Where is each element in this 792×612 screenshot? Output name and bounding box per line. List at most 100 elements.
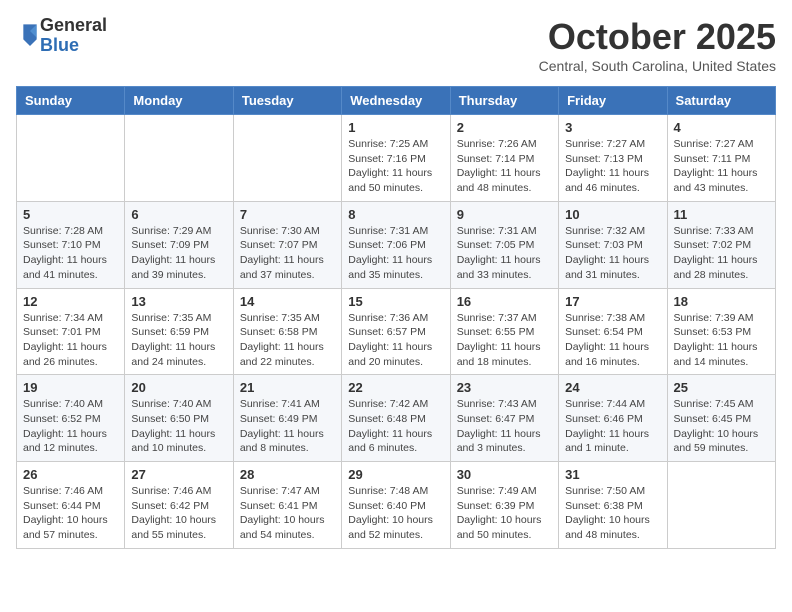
day-info: Sunrise: 7:43 AM Sunset: 6:47 PM Dayligh… <box>457 397 552 456</box>
day-number: 15 <box>348 294 443 309</box>
day-info: Sunrise: 7:41 AM Sunset: 6:49 PM Dayligh… <box>240 397 335 456</box>
day-info: Sunrise: 7:35 AM Sunset: 6:58 PM Dayligh… <box>240 311 335 370</box>
calendar-cell: 15Sunrise: 7:36 AM Sunset: 6:57 PM Dayli… <box>342 288 450 375</box>
calendar-cell: 20 Sunrise: 7:40 AM Sunset: 6:50 PM Dayli… <box>125 375 233 462</box>
logo-general: General <box>40 16 107 36</box>
day-info: Sunrise: 7:39 AM Sunset: 6:53 PM Dayligh… <box>674 311 769 370</box>
calendar-cell: 9 Sunrise: 7:31 AM Sunset: 7:05 PM Daylig… <box>450 201 558 288</box>
day-info: Sunrise: 7:40 AM Sunset: 6:50 PM Dayligh… <box>131 397 226 456</box>
calendar-week-2: 5 Sunrise: 7:28 AM Sunset: 7:10 PM Daylig… <box>17 201 776 288</box>
calendar-cell <box>125 115 233 202</box>
calendar-cell: 11Sunrise: 7:33 AM Sunset: 7:02 PM Dayli… <box>667 201 775 288</box>
day-number: 9 <box>457 207 552 222</box>
day-number: 30 <box>457 467 552 482</box>
calendar-cell: 6Sunrise: 7:29 AM Sunset: 7:09 PM Daylig… <box>125 201 233 288</box>
weekday-header-wednesday: Wednesday <box>342 87 450 115</box>
calendar-cell <box>17 115 125 202</box>
calendar-cell: 2 Sunrise: 7:26 AM Sunset: 7:14 PM Daylig… <box>450 115 558 202</box>
calendar-cell: 8 Sunrise: 7:31 AM Sunset: 7:06 PM Daylig… <box>342 201 450 288</box>
day-number: 19 <box>23 380 118 395</box>
day-number: 24 <box>565 380 660 395</box>
day-number: 29 <box>348 467 443 482</box>
day-info: Sunrise: 7:44 AM Sunset: 6:46 PM Dayligh… <box>565 397 660 456</box>
calendar-cell: 22 Sunrise: 7:42 AM Sunset: 6:48 PM Dayli… <box>342 375 450 462</box>
day-info: Sunrise: 7:31 AM Sunset: 7:06 PM Dayligh… <box>348 224 443 283</box>
day-info: Sunrise: 7:31 AM Sunset: 7:05 PM Dayligh… <box>457 224 552 283</box>
weekday-header-friday: Friday <box>559 87 667 115</box>
calendar-table: SundayMondayTuesdayWednesdayThursdayFrid… <box>16 86 776 549</box>
logo-icon <box>20 22 40 50</box>
day-info: Sunrise: 7:49 AM Sunset: 6:39 PM Dayligh… <box>457 484 552 543</box>
calendar-cell: 5 Sunrise: 7:28 AM Sunset: 7:10 PM Daylig… <box>17 201 125 288</box>
weekday-header-thursday: Thursday <box>450 87 558 115</box>
calendar-cell: 19 Sunrise: 7:40 AM Sunset: 6:52 PM Dayli… <box>17 375 125 462</box>
calendar-cell <box>667 462 775 549</box>
day-info: Sunrise: 7:48 AM Sunset: 6:40 PM Dayligh… <box>348 484 443 543</box>
calendar-cell: 31Sunrise: 7:50 AM Sunset: 6:38 PM Dayli… <box>559 462 667 549</box>
calendar-cell: 18 Sunrise: 7:39 AM Sunset: 6:53 PM Dayli… <box>667 288 775 375</box>
calendar-cell <box>233 115 341 202</box>
calendar-cell: 30 Sunrise: 7:49 AM Sunset: 6:39 PM Dayli… <box>450 462 558 549</box>
calendar-cell: 21 Sunrise: 7:41 AM Sunset: 6:49 PM Dayli… <box>233 375 341 462</box>
day-info: Sunrise: 7:42 AM Sunset: 6:48 PM Dayligh… <box>348 397 443 456</box>
day-number: 12 <box>23 294 118 309</box>
calendar-cell: 13Sunrise: 7:35 AM Sunset: 6:59 PM Dayli… <box>125 288 233 375</box>
day-info: Sunrise: 7:27 AM Sunset: 7:13 PM Dayligh… <box>565 137 660 196</box>
calendar-week-1: 1 Sunrise: 7:25 AM Sunset: 7:16 PM Daylig… <box>17 115 776 202</box>
calendar-cell: 10 Sunrise: 7:32 AM Sunset: 7:03 PM Dayli… <box>559 201 667 288</box>
day-info: Sunrise: 7:28 AM Sunset: 7:10 PM Dayligh… <box>23 224 118 283</box>
day-number: 1 <box>348 120 443 135</box>
day-info: Sunrise: 7:46 AM Sunset: 6:44 PM Dayligh… <box>23 484 118 543</box>
calendar-cell: 1 Sunrise: 7:25 AM Sunset: 7:16 PM Daylig… <box>342 115 450 202</box>
calendar-week-4: 19 Sunrise: 7:40 AM Sunset: 6:52 PM Dayli… <box>17 375 776 462</box>
calendar-cell: 14 Sunrise: 7:35 AM Sunset: 6:58 PM Dayli… <box>233 288 341 375</box>
day-info: Sunrise: 7:37 AM Sunset: 6:55 PM Dayligh… <box>457 311 552 370</box>
weekday-header-saturday: Saturday <box>667 87 775 115</box>
day-number: 4 <box>674 120 769 135</box>
day-number: 20 <box>131 380 226 395</box>
day-number: 10 <box>565 207 660 222</box>
weekday-header-monday: Monday <box>125 87 233 115</box>
calendar-cell: 17Sunrise: 7:38 AM Sunset: 6:54 PM Dayli… <box>559 288 667 375</box>
day-info: Sunrise: 7:40 AM Sunset: 6:52 PM Dayligh… <box>23 397 118 456</box>
page-header: General Blue October 2025 Central, South… <box>16 16 776 74</box>
day-number: 8 <box>348 207 443 222</box>
day-number: 18 <box>674 294 769 309</box>
day-number: 6 <box>131 207 226 222</box>
day-info: Sunrise: 7:26 AM Sunset: 7:14 PM Dayligh… <box>457 137 552 196</box>
logo: General Blue <box>16 16 107 56</box>
calendar-cell: 23 Sunrise: 7:43 AM Sunset: 6:47 PM Dayli… <box>450 375 558 462</box>
weekday-header-sunday: Sunday <box>17 87 125 115</box>
calendar-week-5: 26 Sunrise: 7:46 AM Sunset: 6:44 PM Dayli… <box>17 462 776 549</box>
day-info: Sunrise: 7:46 AM Sunset: 6:42 PM Dayligh… <box>131 484 226 543</box>
location: Central, South Carolina, United States <box>539 58 776 74</box>
logo-text: General Blue <box>40 16 107 56</box>
calendar-cell: 3 Sunrise: 7:27 AM Sunset: 7:13 PM Daylig… <box>559 115 667 202</box>
day-number: 2 <box>457 120 552 135</box>
day-number: 23 <box>457 380 552 395</box>
day-number: 5 <box>23 207 118 222</box>
calendar-cell: 29 Sunrise: 7:48 AM Sunset: 6:40 PM Dayli… <box>342 462 450 549</box>
month-title: October 2025 <box>539 16 776 58</box>
day-number: 14 <box>240 294 335 309</box>
day-info: Sunrise: 7:32 AM Sunset: 7:03 PM Dayligh… <box>565 224 660 283</box>
day-info: Sunrise: 7:30 AM Sunset: 7:07 PM Dayligh… <box>240 224 335 283</box>
day-info: Sunrise: 7:34 AM Sunset: 7:01 PM Dayligh… <box>23 311 118 370</box>
day-number: 21 <box>240 380 335 395</box>
day-info: Sunrise: 7:33 AM Sunset: 7:02 PM Dayligh… <box>674 224 769 283</box>
day-info: Sunrise: 7:25 AM Sunset: 7:16 PM Dayligh… <box>348 137 443 196</box>
day-number: 31 <box>565 467 660 482</box>
calendar-cell: 4Sunrise: 7:27 AM Sunset: 7:11 PM Daylig… <box>667 115 775 202</box>
day-info: Sunrise: 7:45 AM Sunset: 6:45 PM Dayligh… <box>674 397 769 456</box>
calendar-cell: 24 Sunrise: 7:44 AM Sunset: 6:46 PM Dayli… <box>559 375 667 462</box>
day-info: Sunrise: 7:47 AM Sunset: 6:41 PM Dayligh… <box>240 484 335 543</box>
calendar-cell: 12 Sunrise: 7:34 AM Sunset: 7:01 PM Dayli… <box>17 288 125 375</box>
day-number: 3 <box>565 120 660 135</box>
weekday-header-tuesday: Tuesday <box>233 87 341 115</box>
calendar-cell: 7Sunrise: 7:30 AM Sunset: 7:07 PM Daylig… <box>233 201 341 288</box>
calendar-cell: 27Sunrise: 7:46 AM Sunset: 6:42 PM Dayli… <box>125 462 233 549</box>
day-number: 22 <box>348 380 443 395</box>
day-info: Sunrise: 7:35 AM Sunset: 6:59 PM Dayligh… <box>131 311 226 370</box>
calendar-cell: 16Sunrise: 7:37 AM Sunset: 6:55 PM Dayli… <box>450 288 558 375</box>
day-number: 26 <box>23 467 118 482</box>
